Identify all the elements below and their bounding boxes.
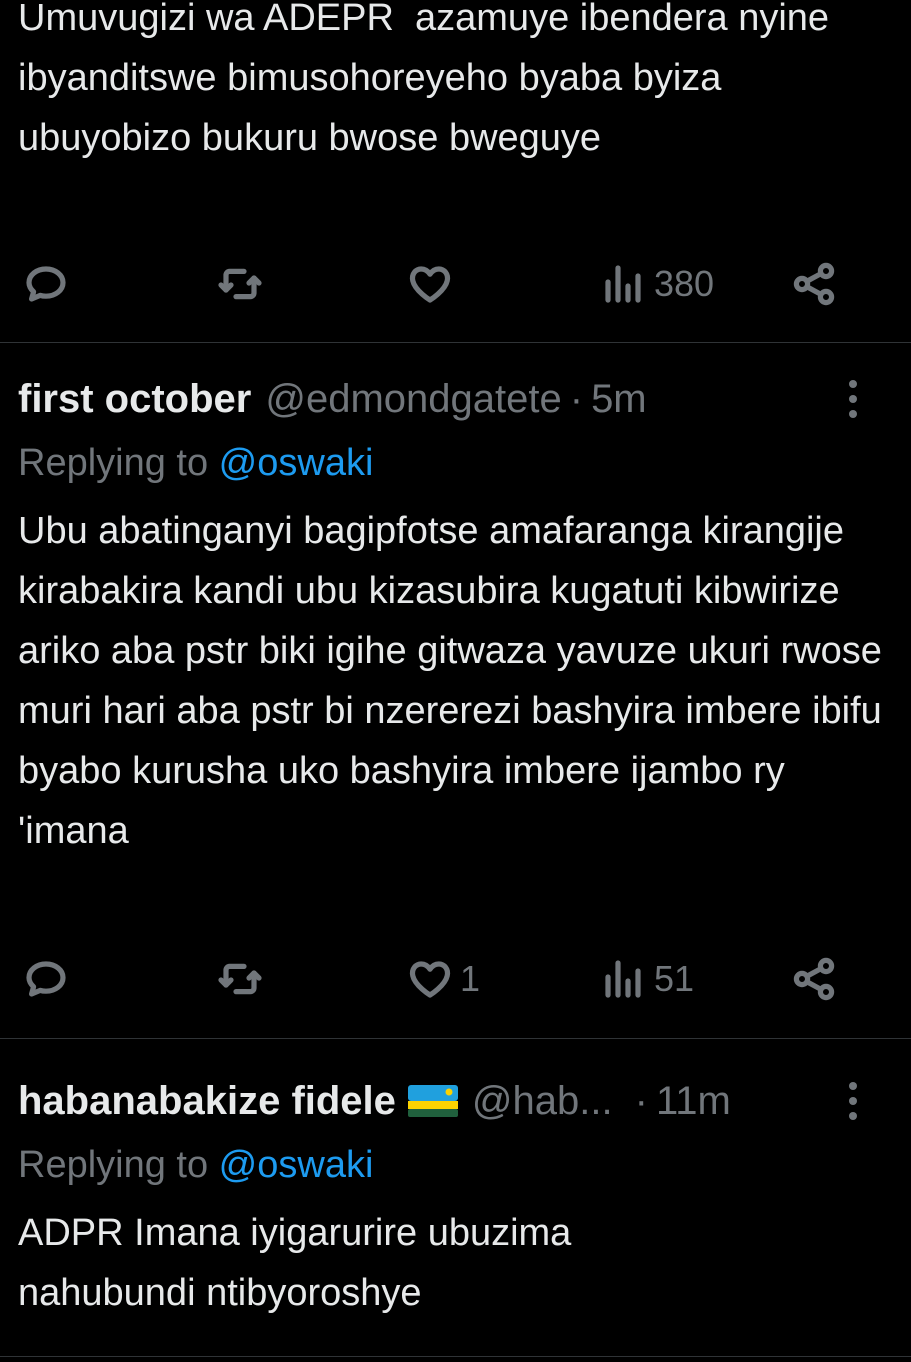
action-bar: 380 — [0, 254, 911, 314]
action-bar: 1 51 — [0, 949, 911, 1009]
heart-icon — [409, 961, 451, 998]
replying-to: Replying to @oswaki — [18, 1137, 373, 1193]
views-count: 380 — [654, 263, 715, 304]
tweet-text: Umuvugizi wa ADEPR azamuye ibendera nyin… — [18, 0, 840, 159]
views-button[interactable]: 51 — [600, 949, 694, 1009]
like-button[interactable]: 1 — [406, 949, 480, 1009]
divider — [0, 1356, 911, 1357]
reply-icon — [26, 961, 66, 997]
tweet-1[interactable]: Umuvugizi wa ADEPR azamuye ibendera nyin… — [0, 0, 911, 342]
user-handle[interactable]: @hab... — [472, 1079, 613, 1124]
more-button[interactable] — [841, 371, 865, 427]
views-count: 51 — [654, 958, 695, 999]
tweet-text: Ubu abatinganyi bagipfotse amafaranga ki… — [18, 510, 893, 852]
reply-button[interactable] — [22, 254, 70, 314]
user-handle[interactable]: @edmondgatete — [265, 377, 561, 422]
display-name[interactable]: first october — [18, 377, 251, 422]
likes-count: 1 — [460, 958, 481, 999]
timestamp[interactable]: 5m — [591, 377, 647, 422]
replying-to: Replying to @oswaki — [18, 435, 373, 491]
views-button[interactable]: 380 — [600, 254, 714, 314]
retweet-icon — [218, 963, 262, 995]
timestamp[interactable]: 11m — [656, 1079, 731, 1124]
replying-prefix: Replying to — [18, 442, 219, 484]
reply-button[interactable] — [22, 949, 70, 1009]
rwanda-flag-icon — [407, 1085, 458, 1117]
separator: · — [569, 376, 584, 421]
retweet-button[interactable] — [216, 254, 264, 314]
views-icon — [605, 265, 641, 303]
more-icon — [849, 380, 857, 388]
share-button[interactable] — [790, 949, 838, 1009]
reply-icon — [26, 266, 66, 302]
tweet-2[interactable]: first october @edmondgatete · 5m Replyin… — [0, 343, 911, 1038]
like-button[interactable] — [406, 254, 454, 314]
display-name[interactable]: habanabakize fidele — [18, 1079, 396, 1124]
more-icon — [849, 1082, 857, 1090]
mention-link[interactable]: @oswaki — [219, 1144, 374, 1186]
share-icon — [793, 957, 835, 1001]
replying-prefix: Replying to — [18, 1144, 219, 1186]
retweet-icon — [218, 268, 262, 300]
share-button[interactable] — [790, 254, 838, 314]
views-icon — [605, 960, 641, 998]
more-button[interactable] — [841, 1073, 865, 1129]
share-icon — [793, 262, 835, 306]
separator: · — [634, 1078, 648, 1123]
tweet-text: ADPR Imana iyigarurire ubuzima nahubundi… — [18, 1212, 582, 1314]
heart-icon — [409, 266, 451, 303]
retweet-button[interactable] — [216, 949, 264, 1009]
tweet-header: habanabakize fidele @hab... · 11m — [18, 1073, 731, 1129]
tweet-3[interactable]: habanabakize fidele @hab... · 11m Replyi… — [0, 1039, 911, 1362]
mention-link[interactable]: @oswaki — [219, 442, 374, 484]
tweet-header: first october @edmondgatete · 5m — [18, 371, 647, 427]
